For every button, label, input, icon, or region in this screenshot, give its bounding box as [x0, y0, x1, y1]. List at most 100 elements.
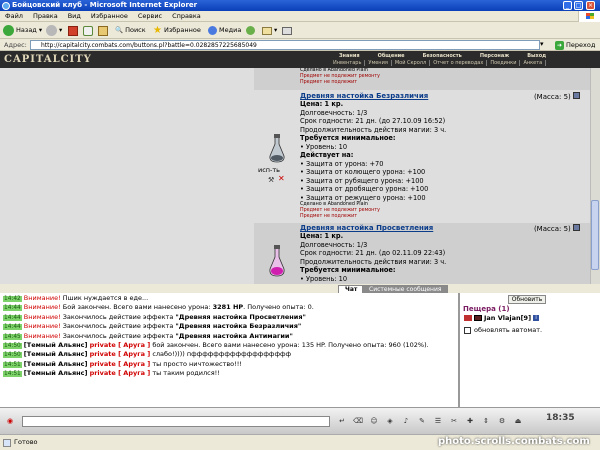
minimize-button[interactable]: _ [563, 1, 572, 10]
media-icon [208, 26, 217, 35]
chat-tabs: Чат Системные сообщения [0, 284, 600, 293]
nav-exit[interactable]: Выход [518, 53, 555, 59]
send-icon[interactable]: ↵ [336, 416, 348, 427]
item-effect: • Защита от дробящего урона: +100 [300, 185, 429, 193]
chat-message: 14:51 [Темный Альянс] private [ Аруга ] … [3, 359, 242, 368]
tab-system-messages[interactable]: Системные сообщения [362, 285, 449, 293]
item-effect: • Защита от колющего урона: +100 [300, 168, 426, 176]
item-info-icon[interactable] [573, 92, 580, 99]
item-req-level: • Уровень: 10 [300, 274, 348, 283]
delete-icon[interactable]: ✕ [278, 174, 285, 183]
favorites-button[interactable]: ★ Избранное [153, 24, 201, 37]
user-name[interactable]: Jan Vlajan[9] [484, 314, 531, 322]
menu-view[interactable]: Вид [63, 11, 86, 22]
nav-fights[interactable]: Поединки [487, 60, 521, 66]
scroll-icon[interactable]: ⇕ [480, 416, 492, 427]
menu-tools[interactable]: Сервис [133, 11, 167, 22]
chat-message: 14:44 Внимание! Бой закончен. Всего вами… [3, 303, 314, 312]
chat-toolbar: ◉ ↵ ⌫ ☺ ◈ ♪ ✎ ☰ ✂ ✚ ⇕ ⚙ ⏏ 18:35 [0, 407, 600, 434]
chat-message: 14:50 [Темный Альянс] private [ Аруга ] … [3, 350, 292, 359]
print-button[interactable] [282, 24, 292, 37]
browser-window: Бойцовский клуб - Microsoft Internet Exp… [0, 0, 600, 450]
item-name[interactable]: Древняя настойка Безразличия [300, 92, 428, 100]
tab-chat[interactable]: Чат [338, 285, 365, 293]
maximize-button[interactable]: □ [574, 1, 583, 10]
go-button[interactable]: ➜ Переход [555, 40, 595, 50]
history-button[interactable] [246, 24, 255, 37]
nav-knowledge[interactable]: Знания [330, 53, 369, 59]
close-button[interactable]: × [586, 1, 595, 10]
item-note: Предмет не подлежит [300, 214, 358, 219]
nav-inventory[interactable]: Инвентарь [330, 60, 366, 66]
game-clock: 18:35 [546, 413, 575, 423]
refresh-button[interactable] [83, 24, 93, 37]
stop-button[interactable] [68, 24, 78, 37]
potion-pink-icon [268, 245, 286, 281]
use-item-button[interactable]: исп-ть [258, 166, 280, 174]
item-name[interactable]: Древняя настойка Просветления [300, 224, 433, 232]
menu-file[interactable]: Файл [0, 11, 28, 22]
nav-my-scroll[interactable]: Мой Скролл [392, 60, 431, 66]
item-price: Цена: 1 кр. [300, 100, 344, 108]
exit-icon[interactable]: ⏏ [512, 416, 524, 427]
search-button[interactable]: 🔍 Поиск [115, 24, 146, 37]
back-button[interactable]: Назад ▾ [3, 24, 42, 37]
chat-message: 14:51 [Темный Альянс] private [ Аруга ] … [3, 369, 220, 378]
address-label: Адрес: [4, 41, 27, 49]
clear-icon[interactable]: ⌫ [352, 416, 364, 427]
wrench-icon[interactable]: ⚒ [268, 176, 274, 184]
windows-logo-icon [578, 11, 600, 22]
cut-icon[interactable]: ✂ [448, 416, 460, 427]
refresh-icon [83, 25, 93, 36]
chat-message: 14:42 Внимание! Пшик нуждается в еде... [3, 294, 149, 302]
refresh-online-button[interactable]: Обновить [508, 295, 546, 304]
nav-character[interactable]: Персонаж [471, 53, 518, 59]
user-info-icon[interactable]: i [533, 315, 540, 321]
window-titlebar: Бойцовский клуб - Microsoft Internet Exp… [0, 0, 600, 11]
list-icon[interactable]: ☰ [432, 416, 444, 427]
item-effect: • Защита от рубящего урона: +100 [300, 176, 424, 185]
home-button[interactable] [98, 24, 108, 37]
item-effect: • Защита от урона: +70 [300, 159, 384, 168]
menu-help[interactable]: Справка [167, 11, 206, 22]
forward-button[interactable]: ▾ [46, 24, 62, 37]
filter-icon[interactable]: ◈ [384, 416, 396, 427]
watermark: photo.scrolls.combats.com [438, 436, 590, 447]
private-message-icon[interactable] [464, 315, 472, 321]
ie-icon [2, 2, 10, 10]
back-arrow-icon [3, 25, 14, 36]
inventory-item: Древняя настойка Просветления (Масса: 5)… [254, 223, 590, 284]
mail-button[interactable]: ▾ [262, 24, 277, 37]
media-button[interactable]: Медиа [208, 24, 241, 37]
nav-communication[interactable]: Общение [369, 53, 414, 59]
chat-input[interactable] [22, 416, 330, 427]
chat-mode-icon[interactable]: ◉ [4, 416, 16, 427]
online-user[interactable]: Jan Vlajan[9] i [464, 314, 540, 322]
settings-icon[interactable]: ⚙ [496, 416, 508, 427]
menu-favorites[interactable]: Избранное [86, 11, 133, 22]
nav-security[interactable]: Безопасность [414, 53, 471, 59]
auto-refresh-checkbox[interactable] [464, 326, 471, 334]
online-panel: Обновить Пещера (1) Jan Vlajan[9] i обно… [458, 293, 600, 407]
address-dropdown-icon[interactable]: ▾ [540, 40, 544, 48]
item-info-icon[interactable] [573, 224, 580, 231]
search-icon: 🔍 [115, 26, 124, 34]
translit-icon[interactable]: ✎ [416, 416, 428, 427]
potion-gray-icon [268, 134, 286, 166]
chat-message: 14:44 Внимание! Закончилось действие эфф… [3, 312, 306, 321]
auto-refresh-label: обновлять автомат. [474, 326, 543, 334]
item-expiry: Срок годности: 21 дн. (до 02.11.09 22:43… [300, 249, 446, 257]
scrollbar-thumb[interactable] [591, 200, 599, 270]
menu-edit[interactable]: Правка [28, 11, 63, 22]
mail-icon [262, 26, 272, 35]
sound-icon[interactable]: ♪ [400, 416, 412, 427]
cross-icon[interactable]: ✚ [464, 416, 476, 427]
address-input[interactable] [30, 40, 540, 50]
nav-profile[interactable]: Анкета [520, 60, 547, 66]
game-nav-sub: Инвентарь Умения Мой Скролл Отчет о пере… [330, 60, 547, 66]
nav-skills[interactable]: Умения [365, 60, 392, 66]
auto-refresh-option[interactable]: обновлять автомат. [464, 326, 542, 334]
smile-icon[interactable]: ☺ [368, 416, 380, 427]
stop-icon [68, 25, 78, 36]
nav-transfers[interactable]: Отчет о переводах [430, 60, 488, 66]
